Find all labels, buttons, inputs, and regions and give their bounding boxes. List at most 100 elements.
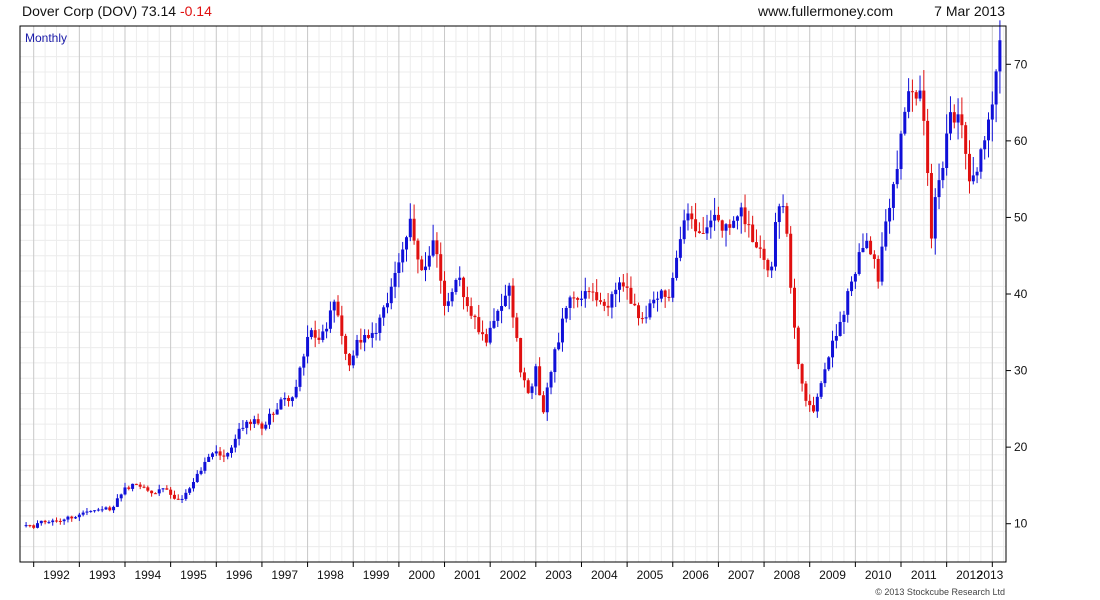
candle-body (112, 506, 116, 511)
candle-body (169, 489, 173, 495)
candle-body (416, 240, 420, 260)
candle-body (952, 112, 956, 123)
candle-body (941, 167, 945, 181)
x-tick-label: 2010 (865, 568, 892, 582)
candle-body (188, 488, 192, 493)
candle-body (876, 258, 880, 282)
candle-body (815, 396, 819, 412)
candle-body (344, 335, 348, 354)
candle-body (241, 427, 245, 429)
candle-body (427, 255, 431, 267)
candle-body (789, 233, 793, 288)
candle-body (325, 328, 329, 332)
x-tick-label: 1993 (89, 568, 116, 582)
candle-body (724, 224, 728, 231)
candle-body (903, 111, 907, 134)
candle-body (671, 277, 675, 298)
candle-body (910, 91, 914, 93)
candle-body (735, 216, 739, 221)
candle-body (937, 180, 941, 198)
candle-body (549, 372, 553, 388)
candle-body (530, 386, 534, 393)
candle-body (579, 298, 583, 300)
last-price: 73.14 (141, 3, 176, 19)
candle-body (709, 220, 713, 228)
candle-body (404, 237, 408, 250)
candle-body (853, 273, 857, 282)
x-tick-label: 1998 (317, 568, 344, 582)
candle-body (393, 272, 397, 287)
candle-body (458, 277, 462, 280)
candle-body (591, 291, 595, 293)
candle-body (945, 133, 949, 168)
y-tick-label: 30 (1014, 364, 1028, 378)
candle-body (500, 306, 504, 311)
candle-body (321, 331, 325, 340)
candle-body (663, 290, 667, 297)
candle-body (70, 516, 74, 519)
candle-body (378, 317, 382, 333)
candle-body (519, 337, 523, 373)
candle-body (210, 453, 214, 457)
candle-body (690, 213, 694, 220)
candle-body (85, 511, 89, 513)
candle-body (838, 321, 842, 336)
candle-body (792, 287, 796, 328)
ticker-name: Dover Corp (DOV) (22, 3, 137, 19)
candle-body (161, 488, 165, 490)
candle-body (713, 214, 717, 221)
x-tick-label: 1996 (226, 568, 253, 582)
candle-body (222, 455, 226, 457)
candle-body (785, 206, 789, 234)
candle-body (701, 232, 705, 234)
candle-body (420, 259, 424, 271)
copyright-notice: © 2013 Stockcube Research Ltd (875, 587, 1005, 597)
candle-body (861, 247, 865, 253)
candle-body (35, 523, 39, 528)
candle-body (606, 305, 610, 308)
candle-body (100, 509, 104, 511)
candle-body (918, 90, 922, 99)
candle-body (770, 266, 774, 271)
candle-body (389, 286, 393, 304)
candle-body (857, 252, 861, 274)
candle-body (218, 451, 222, 456)
candle-body (967, 153, 971, 182)
candle-body (287, 397, 291, 402)
candle-body (648, 303, 652, 318)
candle-body (119, 494, 123, 499)
candle-body (81, 512, 85, 515)
candle-body (465, 297, 469, 307)
candle-body (507, 285, 511, 296)
candle-body (846, 291, 850, 315)
candle-body (492, 320, 496, 328)
candle-body (306, 336, 310, 357)
y-tick-label: 10 (1014, 517, 1028, 531)
x-tick-label: 2000 (408, 568, 435, 582)
candle-body (895, 169, 899, 185)
candle-body (933, 197, 937, 239)
candle-body (773, 222, 777, 267)
candle-body (24, 525, 28, 527)
candle-body (872, 254, 876, 259)
candle-body (728, 224, 732, 228)
candle-body (32, 525, 36, 528)
candle-body (477, 317, 481, 333)
candle-body (55, 520, 59, 522)
candle-body (697, 231, 701, 233)
x-tick-label: 2003 (545, 568, 572, 582)
candle-body (994, 71, 998, 105)
candle-body (271, 413, 275, 415)
candle-body (481, 332, 485, 335)
candle-body (503, 295, 507, 307)
candle-body (987, 119, 991, 141)
candle-body (618, 282, 622, 290)
candle-body (983, 140, 987, 150)
candle-body (355, 339, 359, 356)
candle-body (831, 340, 835, 358)
x-tick-label: 2004 (591, 568, 618, 582)
candle-body (800, 364, 804, 384)
candle-body (595, 292, 599, 301)
candle-body (964, 125, 968, 154)
candle-body (827, 357, 831, 370)
